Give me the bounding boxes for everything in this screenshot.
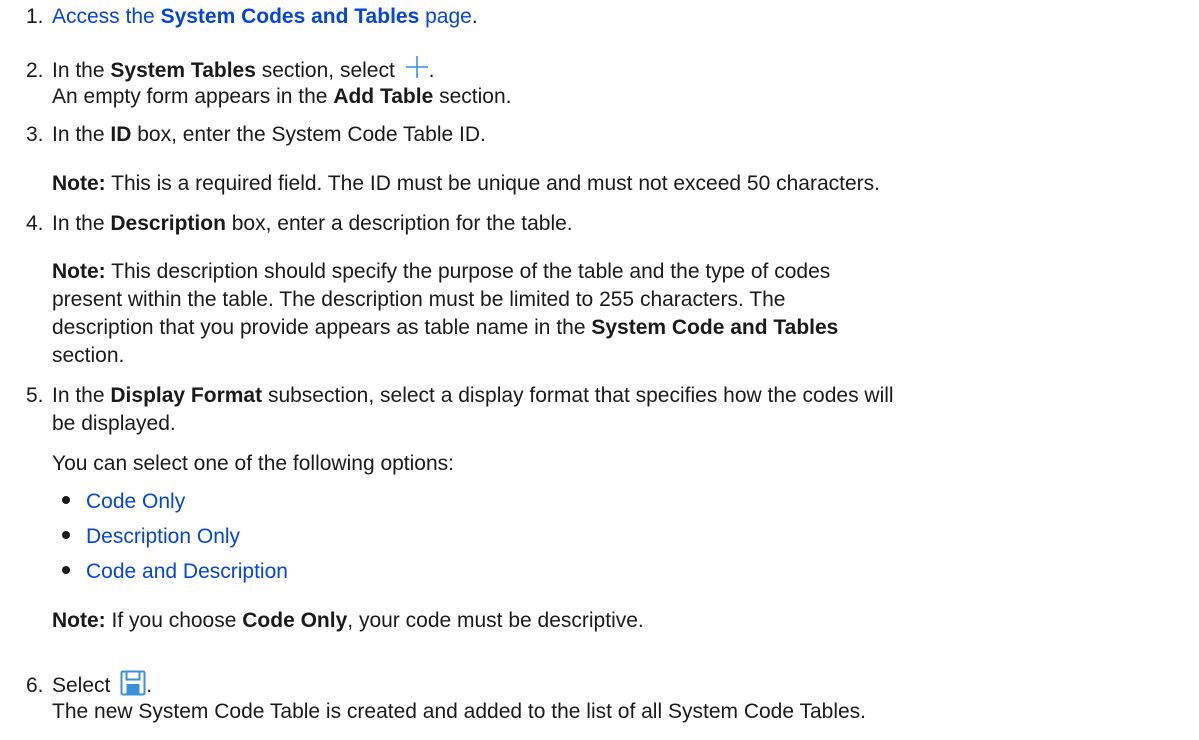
- step-5: 5. In the Display Format subsection, sele…: [26, 382, 1199, 410]
- step-2-result: An empty form appears in the Add Table s…: [52, 85, 512, 108]
- step-4-note-line-3: description that you provide appears as …: [52, 316, 839, 339]
- step-4: 4. In the Description box, enter a descri…: [26, 210, 1199, 238]
- plus-icon: [405, 55, 429, 79]
- step-number: 6.: [26, 674, 44, 697]
- step-number: 2.: [26, 59, 44, 82]
- step-number: 1.: [26, 5, 44, 28]
- step-5-note: Note: If you choose Code Only, your code…: [52, 609, 644, 632]
- step-4-note-line-2: present within the table. The descriptio…: [52, 288, 786, 311]
- step-3-note: Note: This is a required field. The ID m…: [52, 172, 880, 195]
- step-2: 2. In the System Tables section, select .: [26, 55, 1199, 85]
- bullet-icon: [62, 531, 70, 540]
- bullet-icon: [62, 496, 70, 505]
- system-codes-and-tables-link[interactable]: Access the System Codes and Tables page: [52, 5, 472, 28]
- step-number: 3.: [26, 123, 44, 146]
- option-code-and-description[interactable]: Code and Description: [62, 558, 288, 586]
- option-description-only[interactable]: Description Only: [62, 523, 240, 551]
- step-4-note-line-4: section.: [52, 344, 125, 367]
- step-1: 1. Access the System Codes and Tables pag…: [26, 3, 1199, 31]
- step-5-intro: You can select one of the following opti…: [52, 452, 455, 475]
- step-4-note: Note: This description should specify th…: [52, 260, 831, 283]
- step-5-line-2: be displayed.: [52, 412, 176, 435]
- step-3: 3. In the ID box, enter the System Code T…: [26, 121, 1199, 149]
- step-number: 4.: [26, 212, 44, 235]
- step-number: 5.: [26, 384, 44, 407]
- step-6-result: The new System Code Table is created and…: [52, 700, 867, 723]
- bullet-icon: [62, 566, 70, 575]
- option-code-only[interactable]: Code Only: [62, 488, 185, 516]
